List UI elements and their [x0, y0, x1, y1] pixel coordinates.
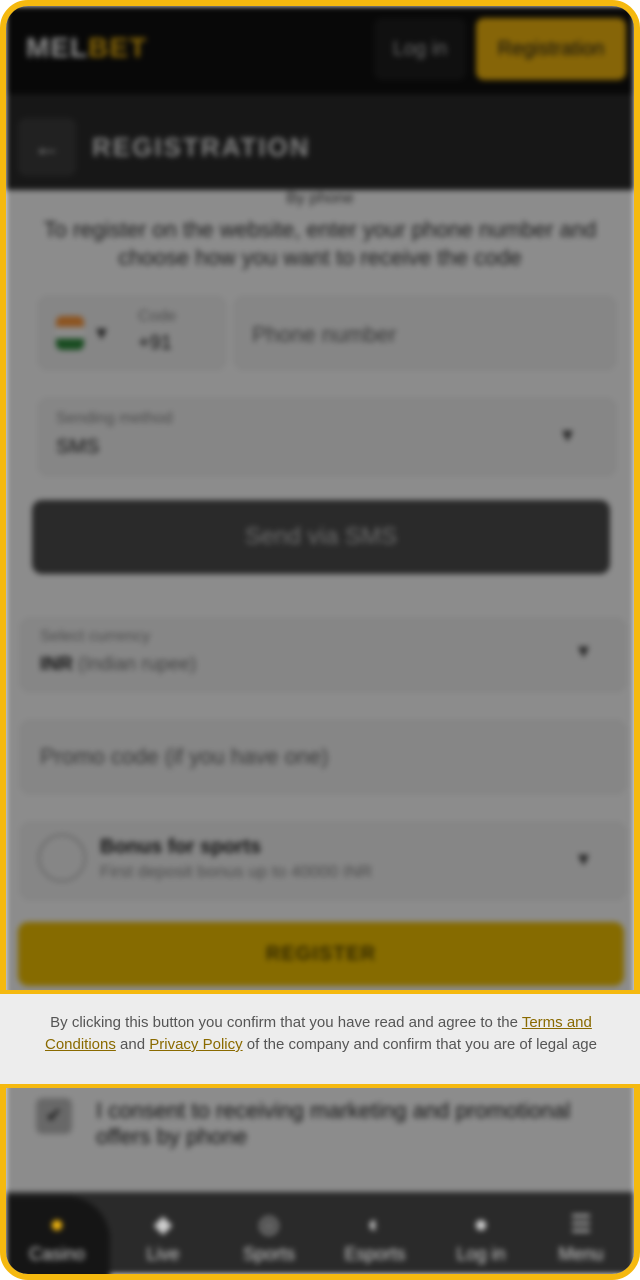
nav-item-esports[interactable]: ◐ Esports	[330, 1212, 420, 1265]
casino-icon: ●	[49, 1211, 65, 1238]
nav-item-live[interactable]: ◆ Live	[118, 1212, 208, 1265]
privacy-policy-link[interactable]: Privacy Policy	[149, 1036, 242, 1053]
live-icon: ◆	[153, 1211, 173, 1238]
sports-icon: ◎	[258, 1211, 280, 1238]
nav-item-menu[interactable]: ☰ Menu	[536, 1212, 626, 1265]
nav-item-sports[interactable]: ◎ Sports	[224, 1212, 314, 1265]
user-icon: ●	[473, 1211, 489, 1238]
esports-icon: ◐	[367, 1211, 383, 1238]
menu-icon: ☰	[570, 1211, 592, 1238]
legal-notice-text: By clicking this button you confirm that…	[44, 1014, 597, 1053]
app-frame: MELBET Log in Registration ← REGISTRATIO…	[0, 0, 640, 1280]
nav-item-login[interactable]: ● Log in	[436, 1212, 526, 1265]
nav-item-casino[interactable]: ● Casino	[12, 1212, 102, 1265]
